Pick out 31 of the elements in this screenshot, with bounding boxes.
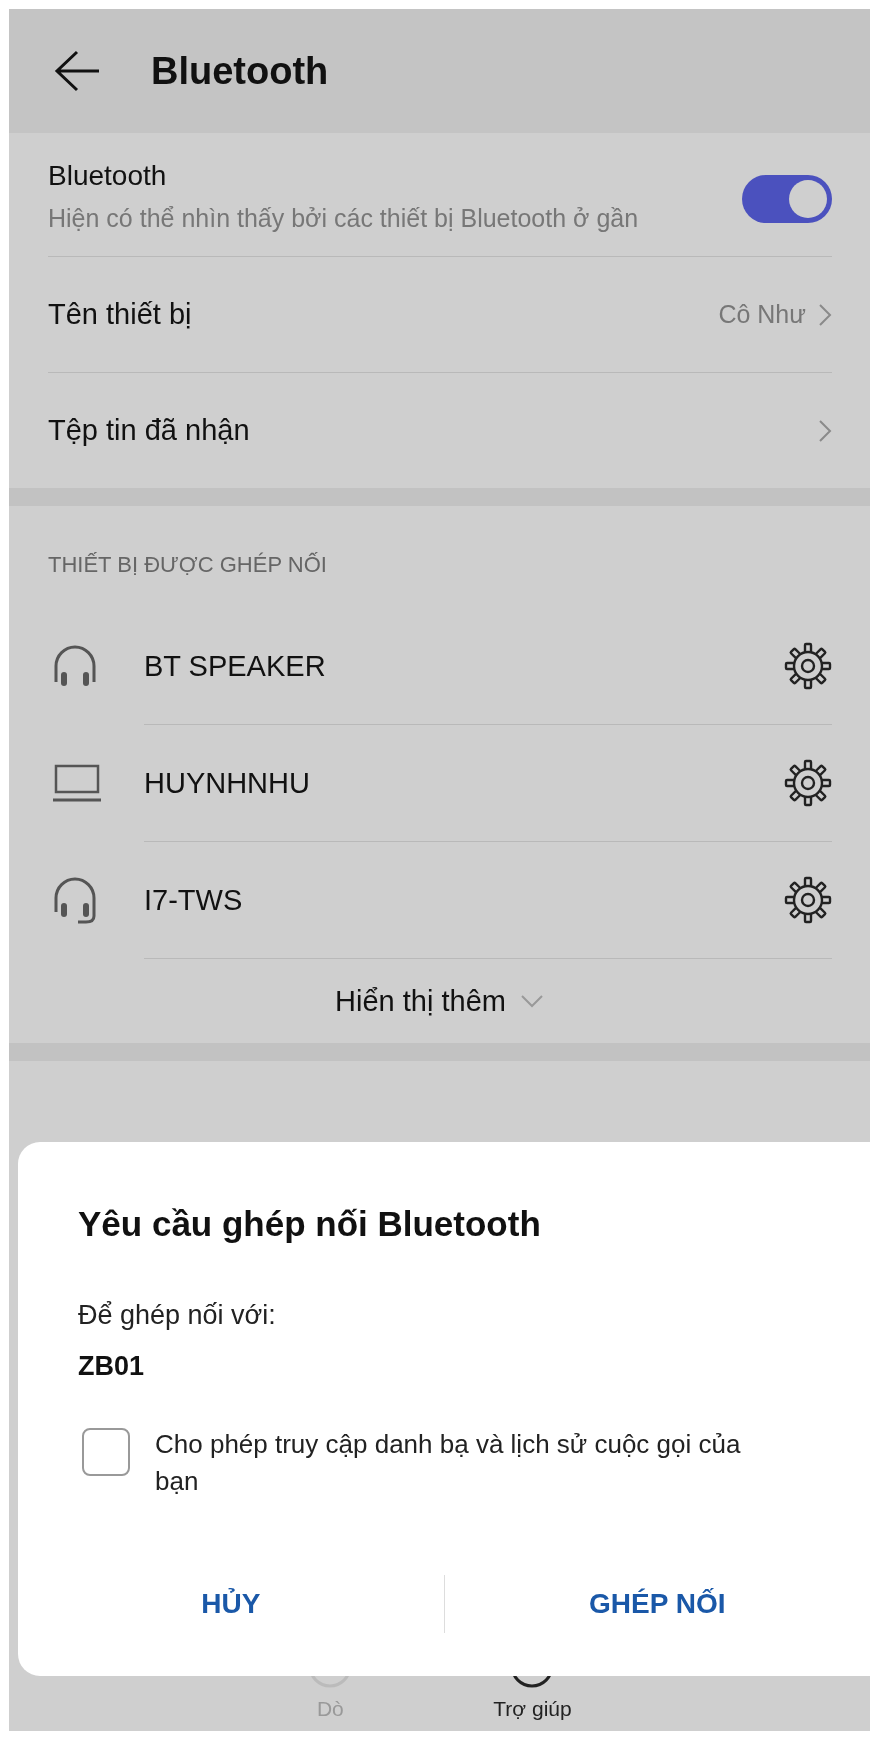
setting-title: Bluetooth <box>48 160 168 192</box>
device-name: ZB01 <box>78 1351 146 1382</box>
settings-row[interactable]: Tên thiết bị Cô Như <box>9 257 870 372</box>
section-header: THIẾT BỊ ĐƯỢC GHÉP NỐI <box>47 551 328 579</box>
laptop-icon <box>52 763 102 803</box>
setting-value: Cô Như <box>718 300 806 329</box>
bluetooth-toggle[interactable] <box>742 175 832 223</box>
setting-description: Hiện có thể nhìn thấy bởi các thiết bị Bluetooth ở gần <box>48 203 640 234</box>
show-more-button[interactable]: Hiển thị thêm <box>335 984 544 1018</box>
checkbox[interactable] <box>82 1428 130 1476</box>
chevron-icon <box>818 418 832 443</box>
dialog-button[interactable]: GHÉP NỐI <box>444 1568 870 1640</box>
settings-icon[interactable] <box>784 759 832 807</box>
device-name[interactable]: BT SPEAKER <box>144 649 784 683</box>
settings-icon[interactable] <box>784 876 832 924</box>
back-icon[interactable] <box>53 49 101 93</box>
settings-icon[interactable] <box>784 642 832 690</box>
settings-row[interactable]: Tệp tin đã nhận <box>9 373 870 488</box>
checkbox-label: Cho phép truy cập danh bạ và lịch sử cuộc gọi của bạn <box>155 1428 742 1498</box>
device-name[interactable]: I7-TWS <box>144 883 784 917</box>
setting-label: Tệp tin đã nhận <box>48 414 250 447</box>
headphones-icon <box>52 644 98 688</box>
dialog-message: Để ghép nối với: <box>78 1300 277 1331</box>
device-name[interactable]: HUYNHNHU <box>144 766 784 800</box>
chevron-down-icon <box>519 994 544 1008</box>
dialog-button[interactable]: HỦY <box>18 1568 444 1640</box>
page-title: Bluetooth <box>151 49 329 93</box>
headset-icon <box>52 876 98 924</box>
dialog-title: Yêu cầu ghép nối Bluetooth <box>78 1204 542 1244</box>
chevron-icon <box>818 302 832 327</box>
setting-label: Tên thiết bị <box>48 298 192 331</box>
